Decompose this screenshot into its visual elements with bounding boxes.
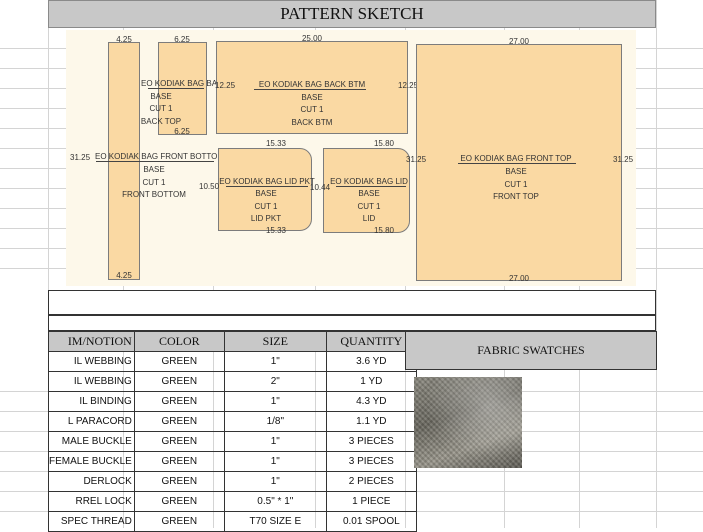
- cell-quantity[interactable]: 1.1 YD: [325, 411, 417, 432]
- cell-notion[interactable]: IL WEBBING: [48, 371, 135, 392]
- cell-notion[interactable]: FEMALE BUCKLE: [48, 451, 135, 472]
- label-back-btm-cut: CUT 1: [300, 105, 324, 114]
- dim-front-top-left: 31.25: [406, 155, 427, 164]
- dim-front-bottom-bottom: 4.25: [116, 271, 132, 280]
- cell-notion[interactable]: RREL LOCK: [48, 491, 135, 512]
- spacer-row: [48, 315, 656, 331]
- label-front-bottom-name: EO KODIAK BAG FRONT BOTTOM: [95, 152, 225, 161]
- cell-size[interactable]: 1": [223, 391, 327, 412]
- cell-size[interactable]: 1": [223, 351, 327, 372]
- cell-color[interactable]: GREEN: [133, 491, 225, 512]
- label-front-bottom-cut: CUT 1: [142, 178, 166, 187]
- cell-quantity[interactable]: 0.01 SPOOL: [325, 511, 417, 532]
- cell-notion[interactable]: L PARACORD: [48, 411, 135, 432]
- cell-size[interactable]: 1/8": [223, 411, 327, 432]
- cell-notion[interactable]: DERLOCK: [48, 471, 135, 492]
- table-row: FEMALE BUCKLE GREEN 1" 3 PIECES: [48, 451, 417, 472]
- column-header-quantity: QUANTITY: [325, 331, 417, 352]
- cell-quantity[interactable]: 3.6 YD: [325, 351, 417, 372]
- dim-front-top-top: 27.00: [508, 37, 530, 46]
- label-lid-pkt-material: BASE: [255, 189, 277, 198]
- cell-color[interactable]: GREEN: [133, 451, 225, 472]
- dim-lid-top: 15.80: [373, 139, 395, 148]
- label-front-top-part: FRONT TOP: [493, 192, 539, 201]
- table-row: IL WEBBING GREEN 1" 3.6 YD: [48, 351, 417, 372]
- dim-lid-pkt-bottom: 15.33: [265, 226, 287, 235]
- dim-front-top-right: 31.25: [613, 155, 634, 164]
- cell-color[interactable]: GREEN: [133, 471, 225, 492]
- label-lid-cut: CUT 1: [357, 202, 381, 211]
- fabric-swatches-heading: FABRIC SWATCHES: [405, 331, 657, 370]
- dim-back-btm-top: 25.00: [301, 34, 323, 43]
- table-row: DERLOCK GREEN 1" 2 PIECES: [48, 471, 417, 492]
- fabric-swatch-image[interactable]: [414, 377, 522, 468]
- cell-notion[interactable]: IL WEBBING: [48, 351, 135, 372]
- cell-size[interactable]: 1": [223, 431, 327, 452]
- label-front-bottom-part: FRONT BOTTOM: [122, 190, 186, 199]
- table-row: IL WEBBING GREEN 2" 1 YD: [48, 371, 417, 392]
- cell-quantity[interactable]: 3 PIECES: [325, 431, 417, 452]
- dim-front-top-bottom: 27.00: [508, 274, 530, 283]
- dim-lid-left: 10.44: [310, 183, 331, 192]
- label-front-top-name: EO KODIAK BAG FRONT TOP: [460, 154, 572, 163]
- cell-color[interactable]: GREEN: [133, 351, 225, 372]
- dim-back-btm-left: 12.25: [215, 81, 236, 90]
- label-lid-pkt-part: LID PKT: [250, 214, 282, 223]
- cell-size[interactable]: 2": [223, 371, 327, 392]
- cell-color[interactable]: GREEN: [133, 371, 225, 392]
- table-row: RREL LOCK GREEN 0.5" * 1" 1 PIECE: [48, 491, 417, 512]
- cell-color[interactable]: GREEN: [133, 431, 225, 452]
- cell-quantity[interactable]: 4.3 YD: [325, 391, 417, 412]
- cell-quantity[interactable]: 2 PIECES: [325, 471, 417, 492]
- label-lid-pkt-name: EO KODIAK BAG LID PKT: [219, 177, 315, 186]
- page-title: PATTERN SKETCH: [48, 0, 656, 28]
- label-front-top-material: BASE: [505, 167, 527, 176]
- table-row: MALE BUCKLE GREEN 1" 3 PIECES: [48, 431, 417, 452]
- label-back-top-cut: CUT 1: [149, 104, 173, 113]
- label-back-top-material: BASE: [150, 92, 172, 101]
- column-header-size: SIZE: [223, 331, 327, 352]
- trim-notion-table: IM/NOTION COLOR SIZE QUANTITY IL WEBBING…: [48, 331, 417, 532]
- cell-quantity[interactable]: 3 PIECES: [325, 451, 417, 472]
- cell-color[interactable]: GREEN: [133, 411, 225, 432]
- dim-lid-pkt-left: 10.50: [199, 182, 220, 191]
- cell-color[interactable]: GREEN: [133, 511, 225, 532]
- dim-back-top-top: 6.25: [174, 35, 190, 44]
- column-header-notion: IM/NOTION: [48, 331, 135, 352]
- cell-notion[interactable]: MALE BUCKLE: [48, 431, 135, 452]
- label-lid-name: EO KODIAK BAG LID: [330, 177, 408, 186]
- label-back-btm-material: BASE: [301, 93, 323, 102]
- column-header-color: COLOR: [133, 331, 225, 352]
- cell-notion[interactable]: IL BINDING: [48, 391, 135, 412]
- cell-color[interactable]: GREEN: [133, 391, 225, 412]
- dim-lid-bottom: 15.80: [373, 226, 395, 235]
- table-row: IL BINDING GREEN 1" 4.3 YD: [48, 391, 417, 412]
- cell-notion[interactable]: SPEC THREAD: [48, 511, 135, 532]
- label-front-top-cut: CUT 1: [504, 180, 528, 189]
- cell-quantity[interactable]: 1 PIECE: [325, 491, 417, 512]
- table-header-row: IM/NOTION COLOR SIZE QUANTITY: [48, 331, 417, 352]
- dim-front-bottom-left: 31.25: [70, 153, 91, 162]
- dim-lid-pkt-top: 15.33: [265, 139, 287, 148]
- dim-front-bottom-top: 4.25: [116, 35, 132, 44]
- cell-size[interactable]: 1": [223, 471, 327, 492]
- dim-back-top-bottom: 6.25: [174, 127, 190, 136]
- spacer-row: [48, 290, 656, 315]
- cell-quantity[interactable]: 1 YD: [325, 371, 417, 392]
- label-front-bottom-material: BASE: [143, 165, 165, 174]
- cell-size[interactable]: 1": [223, 451, 327, 472]
- label-lid-pkt-cut: CUT 1: [254, 202, 278, 211]
- cell-size[interactable]: 0.5" * 1": [223, 491, 327, 512]
- label-lid-material: BASE: [358, 189, 380, 198]
- label-back-top-part: BACK TOP: [140, 117, 182, 126]
- label-back-btm-name: EO KODIAK BAG BACK BTM: [258, 80, 366, 89]
- label-back-btm-part: BACK BTM: [291, 118, 333, 127]
- table-row: L PARACORD GREEN 1/8" 1.1 YD: [48, 411, 417, 432]
- cell-size[interactable]: T70 SIZE E: [223, 511, 327, 532]
- table-row: SPEC THREAD GREEN T70 SIZE E 0.01 SPOOL: [48, 511, 417, 532]
- label-lid-part: LID: [362, 214, 376, 223]
